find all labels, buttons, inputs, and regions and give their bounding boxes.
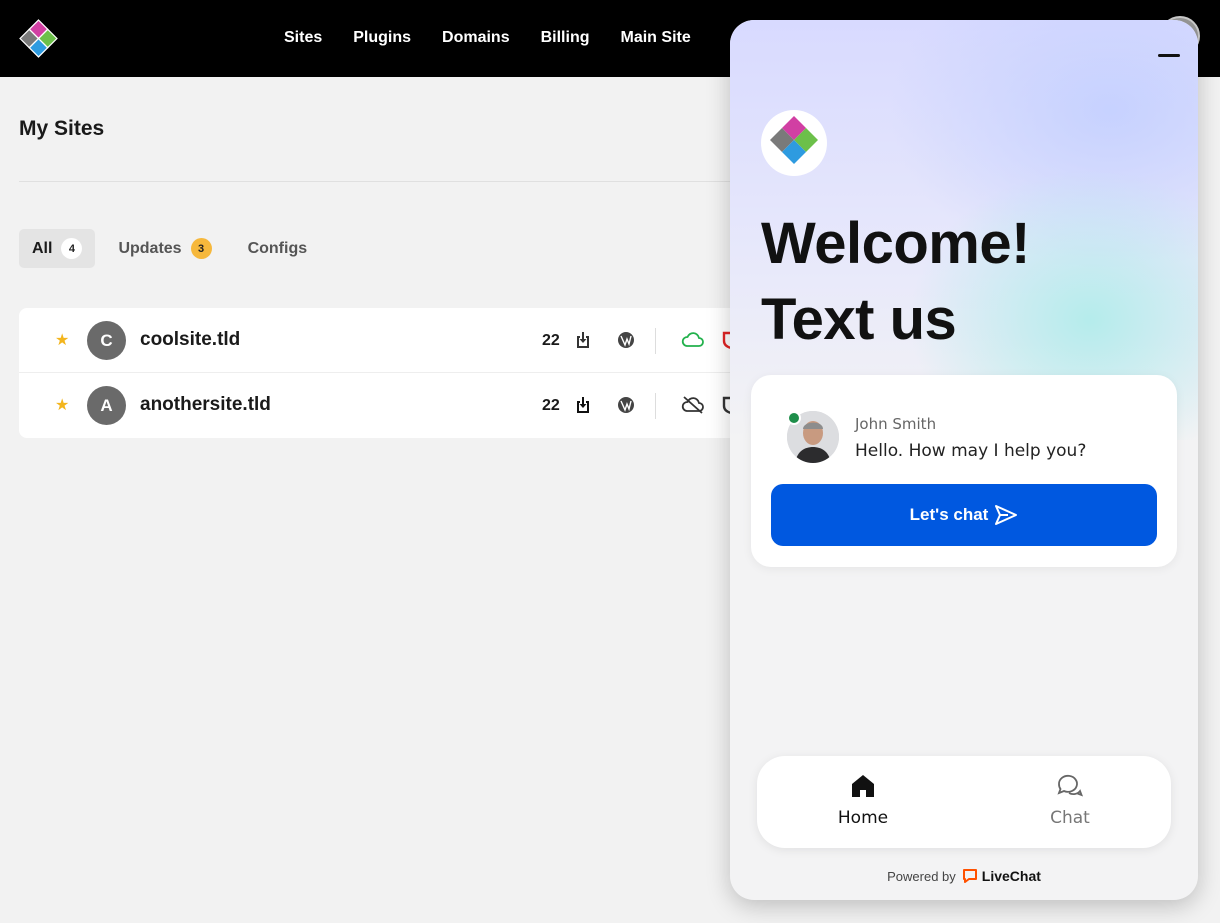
welcome-heading: Welcome! Text us [761, 206, 1030, 358]
cloud-off-icon[interactable] [681, 395, 705, 415]
divider [655, 328, 656, 354]
site-row[interactable]: ★ A anothersite.tld 22 [19, 373, 759, 438]
chat-nav-chat[interactable]: Chat [1010, 772, 1130, 828]
chat-bottom-nav: Home Chat [757, 756, 1171, 848]
brand-logo-icon [770, 116, 818, 164]
nav-sites[interactable]: Sites [284, 28, 322, 48]
powered-by-prefix: Powered by [887, 868, 956, 884]
favorite-star-icon[interactable]: ★ [55, 330, 69, 350]
main-nav: Sites Plugins Domains Billing Main Site [284, 28, 691, 48]
powered-by: Powered by LiveChat [730, 868, 1198, 884]
update-count: 22 [542, 397, 560, 414]
tab-updates-count-badge: 3 [190, 238, 212, 259]
wordpress-icon[interactable] [616, 330, 636, 350]
livechat-logo-icon [962, 869, 977, 883]
online-status-indicator [787, 411, 801, 425]
tab-updates[interactable]: Updates 3 [105, 229, 224, 268]
agent-greeting: Hello. How may I help you? [855, 441, 1087, 461]
home-icon [852, 775, 874, 797]
site-filter-tabs: All 4 Updates 3 Configs [19, 229, 330, 268]
chat-nav-chat-label: Chat [1050, 808, 1090, 828]
send-icon [995, 505, 1018, 525]
divider [19, 181, 739, 182]
site-avatar: C [87, 321, 126, 360]
site-row[interactable]: ★ C coolsite.tld 22 [19, 308, 759, 373]
sites-list: ★ C coolsite.tld 22 ★ A anothersite.tld … [19, 308, 759, 438]
chat-nav-home[interactable]: Home [803, 772, 923, 828]
chat-nav-home-label: Home [837, 808, 889, 828]
tab-all-label: All [32, 239, 53, 257]
agent-name: John Smith [855, 415, 937, 433]
chat-brand-logo [761, 110, 827, 176]
livechat-brand-label: LiveChat [981, 868, 1041, 884]
livechat-widget: Welcome! Text us John Smith Hello. How m… [730, 20, 1198, 900]
site-avatar: A [87, 386, 126, 425]
nav-domains[interactable]: Domains [442, 28, 510, 48]
tab-all-count-badge: 4 [61, 238, 83, 259]
tab-updates-label: Updates [118, 239, 182, 257]
favorite-star-icon[interactable]: ★ [55, 395, 69, 415]
welcome-line-1: Welcome! [761, 211, 1030, 276]
site-name[interactable]: anothersite.tld [140, 394, 271, 416]
lets-chat-label: Let's chat [909, 505, 989, 524]
livechat-brand-link[interactable]: LiveChat [962, 868, 1041, 884]
chat-bubbles-icon [1057, 774, 1084, 797]
tab-configs-label: Configs [247, 239, 308, 257]
download-updates-icon[interactable] [573, 330, 593, 350]
cloud-connected-icon[interactable] [681, 330, 705, 350]
nav-main-site[interactable]: Main Site [621, 28, 691, 48]
tab-configs[interactable]: Configs [235, 229, 321, 268]
update-count: 22 [542, 332, 560, 349]
nav-billing[interactable]: Billing [541, 28, 590, 48]
wordpress-icon[interactable] [616, 395, 636, 415]
welcome-line-2: Text us [761, 287, 957, 352]
lets-chat-button[interactable]: Let's chat [771, 484, 1157, 546]
tab-all[interactable]: All 4 [19, 229, 96, 268]
download-updates-icon[interactable] [573, 395, 593, 415]
page-title: My Sites [19, 117, 105, 140]
brand-logo[interactable] [18, 18, 59, 59]
agent-message-card: John Smith Hello. How may I help you? Le… [751, 375, 1177, 567]
divider [655, 393, 656, 419]
minimize-icon[interactable] [1158, 54, 1180, 57]
nav-plugins[interactable]: Plugins [353, 28, 411, 48]
site-name[interactable]: coolsite.tld [140, 329, 240, 351]
